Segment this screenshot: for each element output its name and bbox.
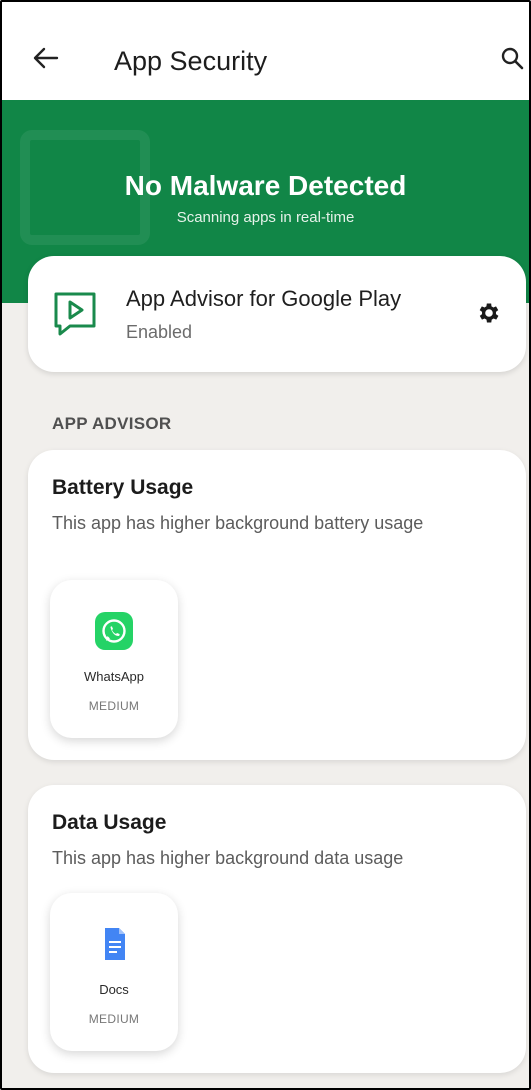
usage-level: MEDIUM (88, 1012, 140, 1026)
app-screen: App Security No Malware Detected Scannin… (0, 0, 531, 1090)
page-title: App Security (114, 46, 268, 76)
card-title: Data Usage (52, 811, 167, 834)
usage-level: MEDIUM (88, 699, 140, 713)
app-advisor-card[interactable]: App Advisor for Google Play Enabled (28, 256, 526, 372)
arrow-left-icon (33, 47, 59, 69)
app-bar: App Security (2, 2, 529, 100)
gear-icon (479, 303, 499, 323)
advisor-name: App Advisor for Google Play (126, 286, 402, 311)
status-title: No Malware Detected (124, 170, 407, 201)
search-icon (501, 47, 524, 70)
app-tile-docs[interactable]: Docs MEDIUM (50, 893, 178, 1051)
card-description: This app has higher background battery u… (52, 513, 424, 533)
app-name: Docs (99, 982, 129, 997)
whatsapp-icon (95, 612, 133, 650)
status-subtitle: Scanning apps in real-time (176, 209, 355, 226)
advisor-settings-button[interactable] (472, 296, 506, 330)
play-advisor-icon (54, 292, 96, 336)
data-usage-card: Data Usage This app has higher backgroun… (28, 785, 526, 1073)
search-button[interactable] (495, 40, 529, 76)
app-tile-whatsapp[interactable]: WhatsApp MEDIUM (50, 580, 178, 738)
docs-icon (105, 928, 125, 960)
app-name: WhatsApp (84, 669, 144, 684)
back-button[interactable] (28, 40, 64, 76)
battery-usage-card: Battery Usage This app has higher backgr… (28, 450, 526, 760)
card-title: Battery Usage (52, 476, 194, 499)
card-description: This app has higher background data usag… (52, 848, 404, 868)
advisor-status: Enabled (126, 322, 193, 342)
section-header: APP ADVISOR (52, 414, 172, 433)
